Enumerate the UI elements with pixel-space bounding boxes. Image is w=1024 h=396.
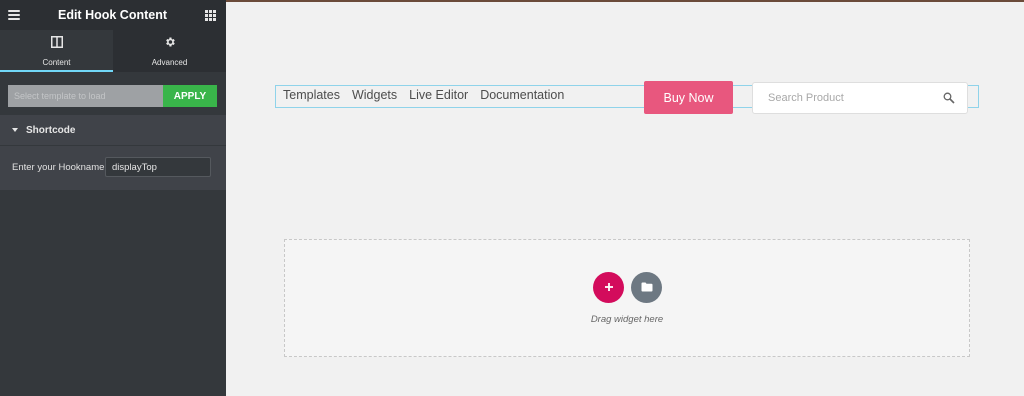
search-box [752, 82, 968, 114]
apply-button[interactable]: APPLY [163, 85, 217, 107]
widget-drop-zone[interactable]: Drag widget here [284, 239, 970, 357]
template-select-input[interactable] [8, 85, 163, 107]
gear-icon [164, 35, 176, 53]
add-template-button[interactable] [631, 272, 662, 303]
editor-canvas: Templates Widgets Live Editor Documentat… [226, 0, 1024, 396]
editor-panel: Edit Hook Content Content Advanced APPLY… [0, 0, 226, 396]
search-icon[interactable] [943, 92, 955, 104]
search-input[interactable] [768, 92, 918, 104]
widgets-grid-icon[interactable] [204, 9, 216, 21]
shortcode-section-toggle[interactable]: Shortcode [0, 115, 226, 145]
tab-advanced[interactable]: Advanced [113, 30, 226, 72]
hookname-label: Enter your Hookname [12, 161, 105, 173]
caret-down-icon [12, 128, 18, 132]
folder-icon [641, 280, 653, 295]
drop-zone-hint: Drag widget here [590, 314, 664, 325]
hookname-input[interactable] [105, 157, 211, 177]
drop-zone-actions [593, 272, 662, 303]
tab-content-label: Content [42, 58, 71, 67]
layout-icon [50, 35, 63, 53]
nav-link-templates[interactable]: Templates [283, 88, 340, 102]
buy-now-button[interactable]: Buy Now [644, 81, 733, 114]
nav-link-live-editor[interactable]: Live Editor [409, 88, 468, 102]
template-apply-row: APPLY [8, 85, 217, 107]
section-title: Shortcode [26, 124, 76, 136]
tab-advanced-label: Advanced [151, 58, 188, 67]
nav-link-documentation[interactable]: Documentation [480, 88, 564, 102]
tab-content[interactable]: Content [0, 30, 113, 72]
add-section-button[interactable] [593, 272, 624, 303]
plus-icon [604, 280, 614, 295]
menu-icon[interactable] [8, 10, 20, 20]
top-nav: Templates Widgets Live Editor Documentat… [283, 88, 564, 102]
nav-link-widgets[interactable]: Widgets [352, 88, 397, 102]
panel-tabs: Content Advanced [0, 30, 226, 72]
panel-header: Edit Hook Content [0, 0, 226, 30]
shortcode-section-body: Enter your Hookname [0, 145, 226, 190]
panel-title: Edit Hook Content [57, 8, 167, 22]
